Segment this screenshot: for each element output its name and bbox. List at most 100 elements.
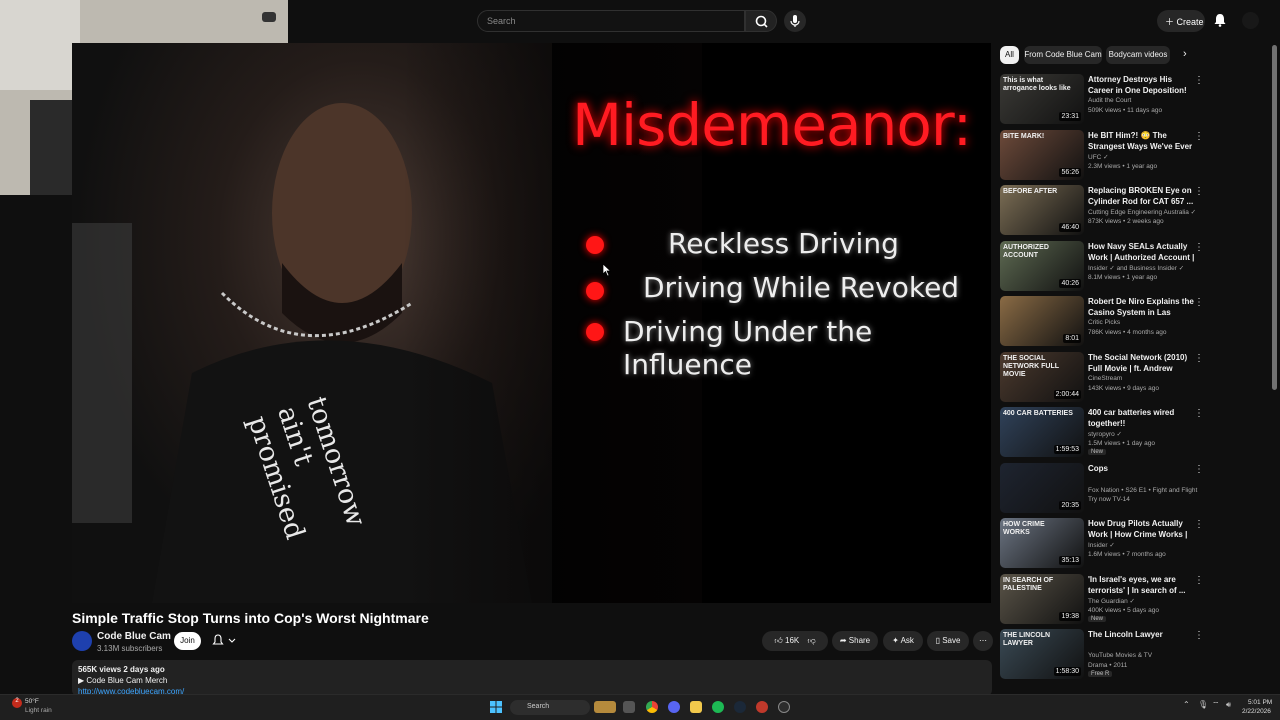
discord-icon[interactable] xyxy=(668,701,680,713)
recommendation-item[interactable]: 20:35 Cops Fox Nation • S26 E1 • Fight and… xyxy=(1000,462,1204,516)
more-vertical-icon[interactable]: ⋮ xyxy=(1194,408,1204,419)
recommendation-item[interactable]: HOW CRIME WORKS 35:13 How Drug Pilots Actu… xyxy=(1000,518,1204,571)
recommendation-title[interactable]: The Social Network (2010) Full Movie | f… xyxy=(1088,352,1196,374)
spotify-icon[interactable] xyxy=(712,701,724,713)
file-explorer-icon[interactable] xyxy=(690,701,702,713)
weather-description: Light rain xyxy=(25,707,52,714)
recommendation-item[interactable]: AUTHORIZED ACCOUNT 40:26 How Navy SEALs Ac… xyxy=(1000,240,1204,294)
recommendation-title[interactable]: 400 car batteries wired together!! xyxy=(1088,407,1196,429)
subscription-bell-button[interactable] xyxy=(210,632,240,650)
recommendation-title[interactable]: Replacing BROKEN Eye on Cylinder Rod for… xyxy=(1088,185,1196,207)
more-vertical-icon[interactable]: ⋮ xyxy=(1194,575,1204,586)
clock-time[interactable]: 5:01 PM xyxy=(1248,699,1272,706)
description-box[interactable] xyxy=(72,660,992,696)
recommendation-title[interactable]: Cops xyxy=(1088,463,1196,474)
recommendation-title[interactable]: 'In Israel's eyes, we are terrorists' | … xyxy=(1088,574,1196,596)
recommendation-title[interactable]: He BIT Him?! 😳 The Strangest Ways We've … xyxy=(1088,130,1196,152)
recommendation-title[interactable]: Robert De Niro Explains the Casino Syste… xyxy=(1088,296,1196,318)
account-avatar[interactable] xyxy=(1242,12,1259,29)
microphone-tray-icon[interactable]: 🎙︎ xyxy=(1198,700,1208,709)
notifications-button[interactable] xyxy=(1212,12,1228,28)
app-icon[interactable] xyxy=(756,701,768,713)
taskbar-search[interactable]: Search xyxy=(510,700,590,715)
video-thumbnail[interactable]: BITE MARK! 56:26 xyxy=(1000,129,1084,180)
share-button[interactable]: ➦ Share xyxy=(832,631,878,651)
recommendation-channel[interactable]: styropyro ✓ xyxy=(1088,430,1198,438)
chip-all[interactable]: All xyxy=(1000,46,1019,64)
widget-icon[interactable] xyxy=(594,701,616,713)
recommendation-item[interactable]: 400 CAR BATTERIES 1:59:53 400 car batterie… xyxy=(1000,407,1204,460)
chip-from-channel[interactable]: From Code Blue Cam xyxy=(1024,46,1102,64)
video-thumbnail[interactable]: 8:01 xyxy=(1000,296,1084,346)
video-thumbnail[interactable]: This is what arrogance looks like 23:31 xyxy=(1000,74,1084,124)
recommendation-channel[interactable]: Critic Picks xyxy=(1088,319,1198,326)
more-vertical-icon[interactable]: ⋮ xyxy=(1194,297,1204,308)
more-vertical-icon[interactable]: ⋮ xyxy=(1194,131,1204,142)
video-thumbnail[interactable]: THE SOCIAL NETWORK FULL MOVIE 2:00:44 xyxy=(1000,351,1084,402)
tray-chevron-up-icon[interactable]: ⌃ xyxy=(1183,700,1190,709)
recommendation-channel[interactable]: CineStream xyxy=(1088,375,1198,382)
video-thumbnail[interactable]: 20:35 xyxy=(1000,462,1084,513)
video-thumbnail[interactable]: 400 CAR BATTERIES 1:59:53 xyxy=(1000,407,1084,457)
weather-temperature[interactable]: 50°F xyxy=(25,698,39,705)
chips-next-button[interactable]: › xyxy=(1183,48,1187,60)
video-thumbnail[interactable]: HOW CRIME WORKS 35:13 xyxy=(1000,518,1084,568)
more-vertical-icon[interactable]: ⋮ xyxy=(1194,630,1204,641)
start-button[interactable] xyxy=(490,700,502,713)
recommendation-channel[interactable]: YouTube Movies & TV xyxy=(1088,652,1198,659)
search-button[interactable] xyxy=(745,10,777,32)
recommendation-channel[interactable]: Insider ✓ xyxy=(1088,541,1198,549)
recommendation-item[interactable]: This is what arrogance looks like 23:31 At… xyxy=(1000,74,1204,127)
recommendation-title[interactable]: How Drug Pilots Actually Work | How Crim… xyxy=(1088,518,1196,540)
dislike-button[interactable]: 👎︎ xyxy=(807,636,815,645)
join-button[interactable]: Join xyxy=(174,632,201,650)
chrome-icon[interactable] xyxy=(646,701,658,713)
recommendation-channel[interactable]: Cutting Edge Engineering Australia ✓ xyxy=(1088,208,1198,216)
recommendation-title[interactable]: How Navy SEALs Actually Work | Authorize… xyxy=(1088,241,1196,263)
more-vertical-icon[interactable]: ⋮ xyxy=(1194,75,1204,86)
video-thumbnail[interactable]: IN SEARCH OF PALESTINE 19:38 xyxy=(1000,573,1084,624)
task-view-icon[interactable] xyxy=(623,701,635,713)
channel-avatar[interactable] xyxy=(72,631,92,651)
video-thumbnail[interactable]: AUTHORIZED ACCOUNT 40:26 xyxy=(1000,240,1084,291)
recommendation-channel[interactable]: The Guardian ✓ xyxy=(1088,597,1198,605)
more-vertical-icon[interactable]: ⋮ xyxy=(1194,519,1204,530)
wifi-icon[interactable]: ⌔ xyxy=(1212,700,1220,710)
like-button[interactable]: 👍︎ 16K xyxy=(774,636,799,645)
recommendation-item[interactable]: IN SEARCH OF PALESTINE 19:38 'In Israel's … xyxy=(1000,573,1204,627)
recommendation-item[interactable]: BITE MARK! 56:26 He BIT Him?! 😳 The Strang… xyxy=(1000,129,1204,183)
more-vertical-icon[interactable]: ⋮ xyxy=(1194,353,1204,364)
video-thumbnail[interactable]: BEFORE AFTER 46:40 xyxy=(1000,185,1084,235)
more-vertical-icon[interactable]: ⋮ xyxy=(1194,186,1204,197)
recommendation-title[interactable]: The Lincoln Lawyer xyxy=(1088,629,1196,640)
steam-icon[interactable] xyxy=(734,701,746,713)
recommendation-channel[interactable]: Insider ✓ and Business Insider ✓ xyxy=(1088,264,1198,272)
recommendation-item[interactable]: BEFORE AFTER 46:40 Replacing BROKEN Eye on… xyxy=(1000,185,1204,238)
clock-date[interactable]: 2/22/2026 xyxy=(1242,708,1271,715)
save-button[interactable]: ▯ Save xyxy=(927,631,969,651)
ask-button[interactable]: ✦ Ask xyxy=(883,631,923,651)
recommendation-item[interactable]: 8:01 Robert De Niro Explains the Casino S… xyxy=(1000,296,1204,349)
search-input[interactable]: Search xyxy=(477,10,745,32)
scrollbar[interactable] xyxy=(1272,45,1277,390)
video-thumbnail[interactable]: THE LINCOLN LAWYER 1:58:30 xyxy=(1000,629,1084,679)
chip-bodycam[interactable]: Bodycam videos xyxy=(1106,46,1170,64)
recommendation-channel[interactable]: Audit the Court xyxy=(1088,97,1198,104)
recommendation-stats: 8.1M views • 1 year ago xyxy=(1088,273,1158,281)
more-vertical-icon[interactable]: ⋮ xyxy=(1194,464,1204,475)
voice-search-button[interactable] xyxy=(784,10,806,32)
create-button[interactable]: ＋ Create xyxy=(1157,10,1205,32)
ask-label: Ask xyxy=(900,636,914,645)
more-vertical-icon[interactable]: ⋮ xyxy=(1194,242,1204,253)
recommendation-title[interactable]: Attorney Destroys His Career in One Depo… xyxy=(1088,74,1196,96)
obs-icon[interactable] xyxy=(778,701,790,713)
channel-name[interactable]: Code Blue Cam ✓ xyxy=(97,631,182,642)
recommendation-item[interactable]: THE SOCIAL NETWORK FULL MOVIE 2:00:44 The … xyxy=(1000,351,1204,405)
recommendation-item[interactable]: THE LINCOLN LAWYER 1:58:30 The Lincoln Law… xyxy=(1000,629,1204,682)
recommendation-channel[interactable]: UFC ✓ xyxy=(1088,153,1198,161)
more-actions-button[interactable]: ⋯ xyxy=(973,631,993,651)
thumbs-up-icon: 👍︎ xyxy=(774,636,783,645)
volume-icon[interactable]: 🔊︎ xyxy=(1226,700,1231,710)
video-player[interactable]: tomorrow ain't promised Misdemeanor: Rec… xyxy=(72,43,991,603)
recommendation-channel[interactable]: Fox Nation • S26 E1 • Fight and Flight ✓ xyxy=(1088,486,1198,494)
